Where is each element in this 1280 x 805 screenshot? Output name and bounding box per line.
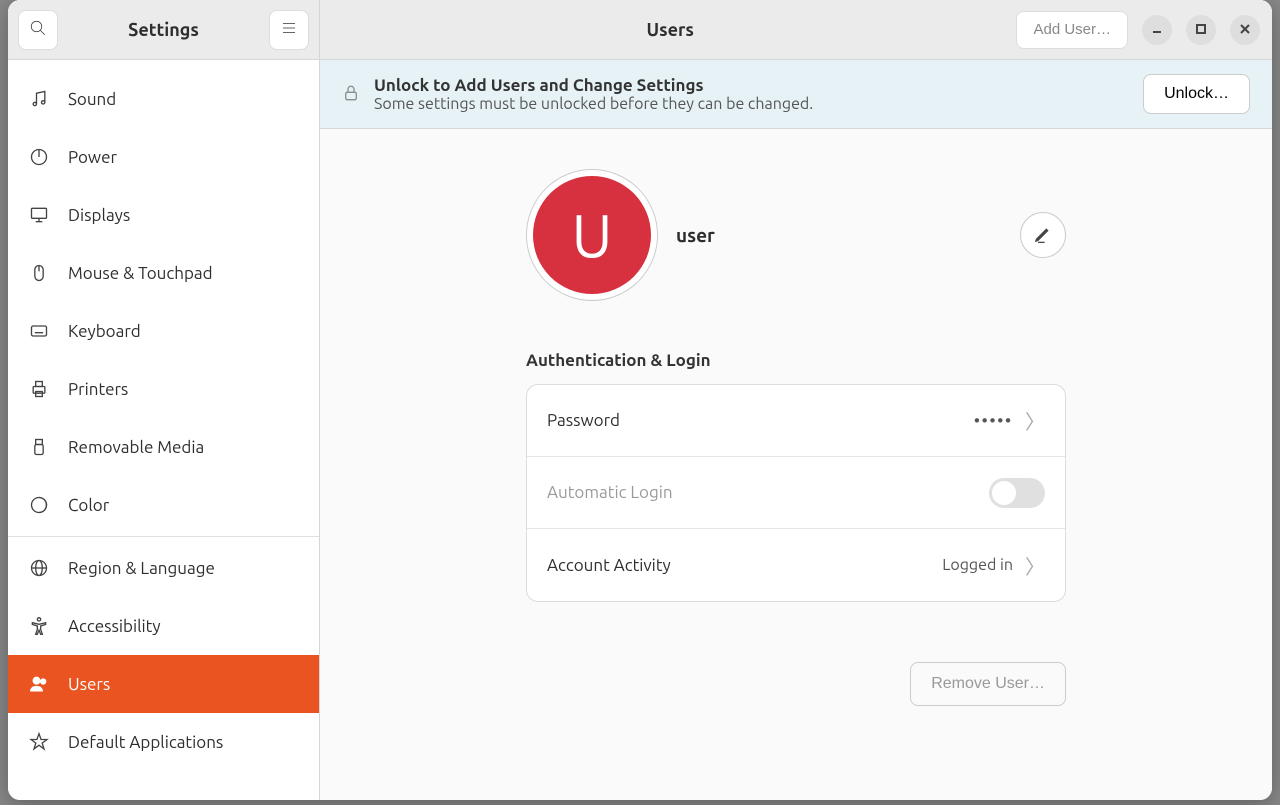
sidebar-item-label: Mouse & Touchpad bbox=[68, 264, 213, 283]
banner-title: Unlock to Add Users and Change Settings bbox=[374, 76, 1129, 95]
sidebar-item-label: Region & Language bbox=[68, 559, 215, 578]
edit-name-button[interactable] bbox=[1020, 212, 1066, 258]
add-user-button[interactable]: Add User… bbox=[1016, 11, 1128, 49]
sidebar-item-default-applications[interactable]: Default Applications bbox=[8, 713, 319, 771]
accessibility-icon bbox=[28, 615, 50, 637]
display-icon bbox=[28, 204, 50, 226]
sidebar-header: Settings bbox=[8, 0, 319, 60]
sidebar-item-region-language[interactable]: Region & Language bbox=[8, 539, 319, 597]
usb-icon bbox=[28, 436, 50, 458]
minimize-icon bbox=[1151, 21, 1163, 38]
sidebar-item-label: Displays bbox=[68, 206, 130, 225]
star-icon bbox=[28, 731, 50, 753]
sidebar-divider bbox=[8, 536, 319, 537]
password-row[interactable]: Password ••••• 〉 bbox=[527, 385, 1065, 457]
sidebar-title: Settings bbox=[66, 20, 261, 40]
users-icon bbox=[28, 673, 50, 695]
sidebar-item-removable-media[interactable]: Removable Media bbox=[8, 418, 319, 476]
banner-text: Unlock to Add Users and Change Settings … bbox=[374, 76, 1129, 113]
sidebar-item-label: Accessibility bbox=[68, 617, 161, 636]
automatic-login-toggle[interactable] bbox=[989, 478, 1045, 508]
close-icon bbox=[1239, 21, 1251, 38]
hamburger-icon bbox=[280, 19, 298, 40]
profile-row: U user bbox=[526, 169, 1066, 301]
keyboard-icon bbox=[28, 320, 50, 342]
sidebar-list: Sound Power Displays Mouse & Touchpad Ke… bbox=[8, 60, 319, 800]
printer-icon bbox=[28, 378, 50, 400]
content: U user Authentication & Login Password •… bbox=[320, 129, 1272, 800]
color-icon bbox=[28, 494, 50, 516]
sidebar-item-label: Users bbox=[68, 675, 110, 694]
music-note-icon bbox=[28, 88, 50, 110]
avatar-ring[interactable]: U bbox=[526, 169, 658, 301]
account-activity-row[interactable]: Account Activity Logged in 〉 bbox=[527, 529, 1065, 601]
search-icon bbox=[29, 19, 47, 40]
window-close-button[interactable] bbox=[1230, 15, 1260, 45]
search-button[interactable] bbox=[18, 10, 58, 50]
window-maximize-button[interactable] bbox=[1186, 15, 1216, 45]
automatic-login-row: Automatic Login bbox=[527, 457, 1065, 529]
window-minimize-button[interactable] bbox=[1142, 15, 1172, 45]
main-panel: Users Add User… Unlock to Add Users and … bbox=[320, 0, 1272, 800]
sidebar-item-label: Power bbox=[68, 148, 117, 167]
sidebar-item-printers[interactable]: Printers bbox=[8, 360, 319, 418]
remove-user-button[interactable]: Remove User… bbox=[910, 662, 1066, 706]
username: user bbox=[676, 224, 715, 246]
avatar: U bbox=[533, 176, 651, 294]
sidebar-item-label: Default Applications bbox=[68, 733, 223, 752]
power-icon bbox=[28, 146, 50, 168]
main-header: Users Add User… bbox=[320, 0, 1272, 60]
password-label: Password bbox=[547, 411, 962, 430]
remove-user-row: Remove User… bbox=[526, 662, 1066, 706]
sidebar-item-mouse-touchpad[interactable]: Mouse & Touchpad bbox=[8, 244, 319, 302]
chevron-right-icon: 〉 bbox=[1025, 406, 1045, 435]
settings-window: Settings Sound Power Displays bbox=[8, 0, 1272, 800]
sidebar-item-color[interactable]: Color bbox=[8, 476, 319, 534]
sidebar-item-label: Sound bbox=[68, 90, 116, 109]
unlock-button[interactable]: Unlock… bbox=[1143, 74, 1250, 114]
mouse-icon bbox=[28, 262, 50, 284]
lock-icon bbox=[342, 84, 360, 105]
auth-settings-list: Password ••••• 〉 Automatic Login Account… bbox=[526, 384, 1066, 602]
sidebar-item-power[interactable]: Power bbox=[8, 128, 319, 186]
content-inner: U user Authentication & Login Password •… bbox=[526, 169, 1066, 706]
pencil-icon bbox=[1033, 224, 1053, 247]
globe-icon bbox=[28, 557, 50, 579]
sidebar-item-label: Color bbox=[68, 496, 109, 515]
sidebar-item-label: Removable Media bbox=[68, 438, 204, 457]
sidebar-item-displays[interactable]: Displays bbox=[8, 186, 319, 244]
sidebar-item-users[interactable]: Users bbox=[8, 655, 319, 713]
sidebar-item-label: Keyboard bbox=[68, 322, 141, 341]
page-title: Users bbox=[332, 20, 1008, 40]
banner-subtitle: Some settings must be unlocked before th… bbox=[374, 95, 1129, 113]
account-activity-label: Account Activity bbox=[547, 556, 930, 575]
sidebar-item-label: Printers bbox=[68, 380, 128, 399]
sidebar: Settings Sound Power Displays bbox=[8, 0, 320, 800]
unlock-banner: Unlock to Add Users and Change Settings … bbox=[320, 60, 1272, 129]
chevron-right-icon: 〉 bbox=[1025, 551, 1045, 580]
password-value: ••••• bbox=[974, 412, 1013, 430]
maximize-icon bbox=[1195, 21, 1207, 38]
account-activity-value: Logged in bbox=[942, 556, 1013, 574]
auth-section-title: Authentication & Login bbox=[526, 351, 1066, 370]
sidebar-item-accessibility[interactable]: Accessibility bbox=[8, 597, 319, 655]
hamburger-menu-button[interactable] bbox=[269, 10, 309, 50]
sidebar-item-keyboard[interactable]: Keyboard bbox=[8, 302, 319, 360]
sidebar-item-sound[interactable]: Sound bbox=[8, 70, 319, 128]
automatic-login-label: Automatic Login bbox=[547, 483, 977, 502]
